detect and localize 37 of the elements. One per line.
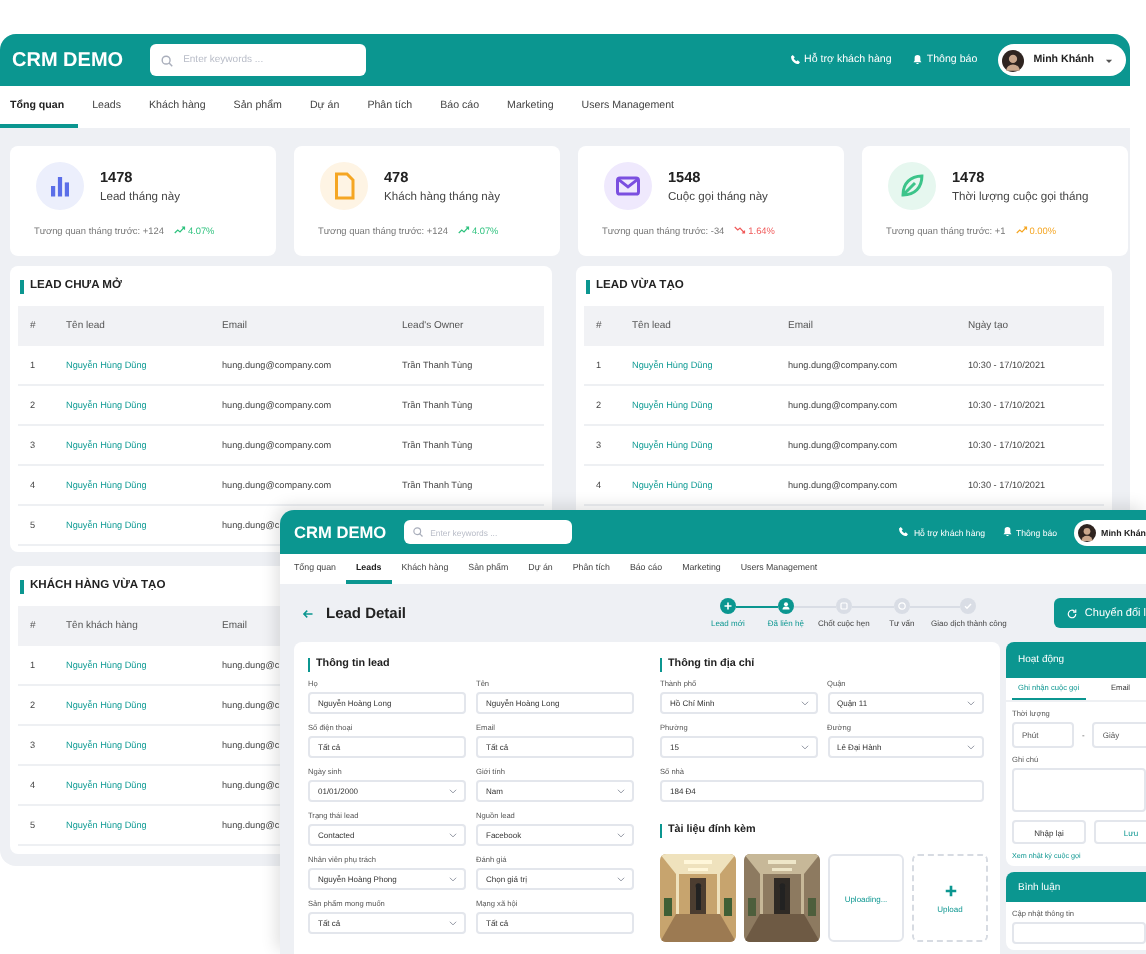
chevron-down-icon <box>799 742 809 752</box>
trend-icon <box>457 224 470 236</box>
refresh-icon <box>1066 607 1079 619</box>
trend-icon <box>734 224 747 236</box>
chevron-down-icon <box>616 786 626 796</box>
mail-icon <box>604 162 652 210</box>
back-button[interactable] <box>302 607 314 619</box>
bell-icon <box>911 54 923 66</box>
note-field[interactable] <box>1012 768 1146 812</box>
plus-icon <box>943 883 957 897</box>
search-icon <box>159 53 174 67</box>
chevron-down-icon <box>799 698 809 708</box>
caret-icon <box>1104 55 1114 65</box>
bars-icon <box>36 162 84 210</box>
step-connector <box>735 605 778 607</box>
back-arrow-icon <box>302 607 314 619</box>
search-icon <box>412 526 425 538</box>
input-field[interactable] <box>1012 922 1146 944</box>
chevron-down-icon <box>448 874 458 884</box>
chevron-down-icon <box>966 698 976 708</box>
chevron-down-icon <box>448 786 458 796</box>
chevron-down-icon <box>448 830 458 840</box>
trend-icon <box>173 224 186 236</box>
chevron-down-icon <box>448 918 458 928</box>
bell-icon <box>1001 526 1012 538</box>
phone-icon <box>789 54 801 66</box>
leaf-icon <box>888 162 936 210</box>
trend-icon <box>1015 224 1028 236</box>
chevron-down-icon <box>616 830 626 840</box>
app-logo: CRM DEMO <box>294 522 387 542</box>
chevron-down-icon <box>966 742 976 752</box>
avatar-icon <box>1001 49 1024 71</box>
avatar-icon <box>1077 523 1096 541</box>
chevron-down-icon <box>616 874 626 884</box>
phone-icon <box>898 526 910 538</box>
app-logo: CRM DEMO <box>12 49 124 71</box>
document-icon <box>320 162 368 210</box>
